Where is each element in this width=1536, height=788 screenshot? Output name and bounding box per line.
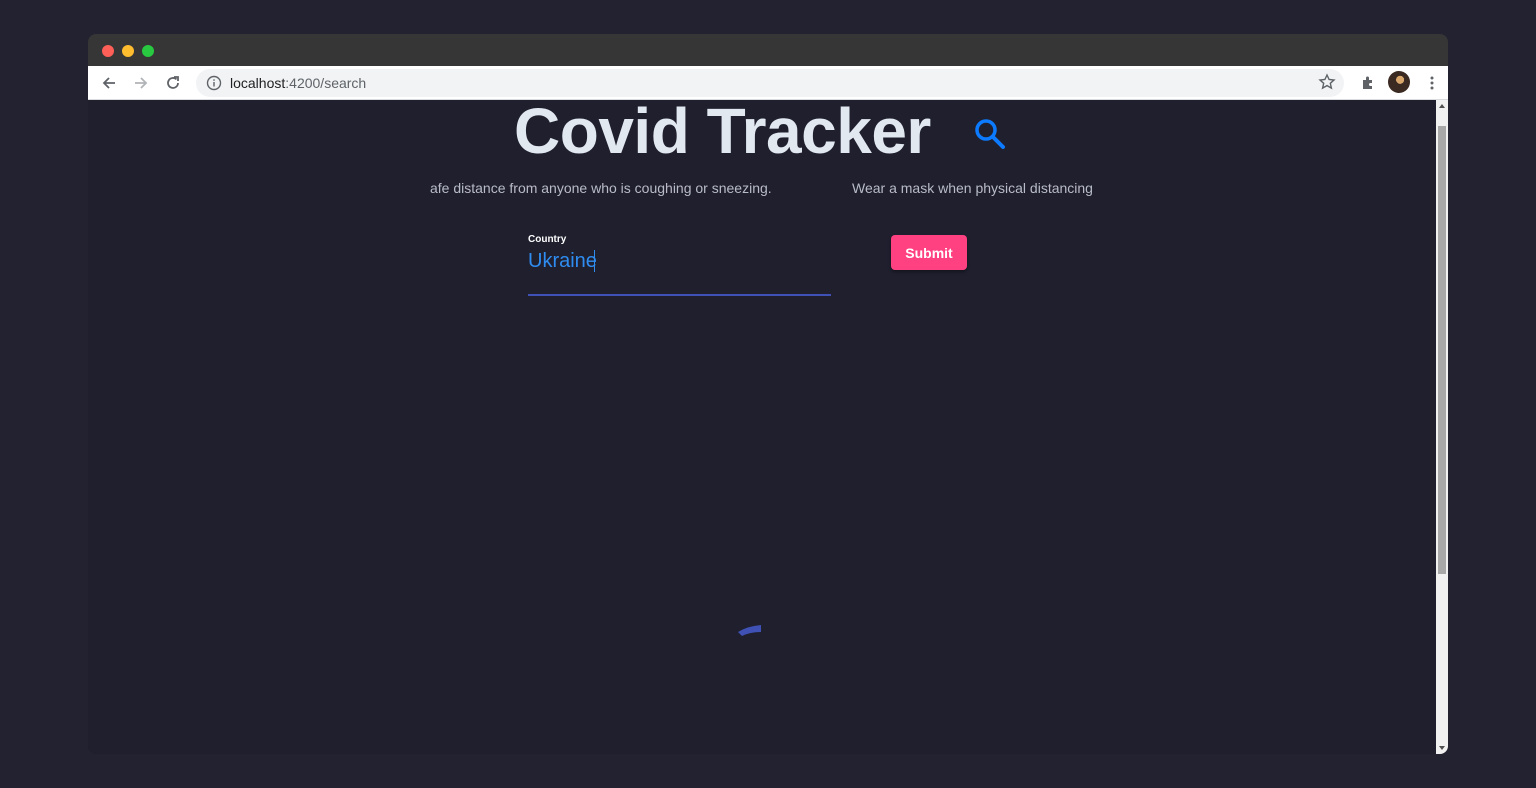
country-field-underline	[528, 294, 831, 296]
minimize-window-button[interactable]	[122, 45, 134, 57]
browser-window: localhost:4200/search Covid Tracker afe …	[88, 34, 1448, 754]
scroll-up-arrow[interactable]	[1439, 104, 1445, 108]
kebab-menu-icon	[1430, 76, 1434, 90]
back-icon	[102, 77, 115, 89]
forward-button[interactable]	[130, 72, 152, 94]
reload-button[interactable]	[162, 72, 184, 94]
country-input[interactable]	[528, 248, 828, 274]
browser-menu-button[interactable]	[1421, 72, 1443, 94]
country-field: Country	[528, 234, 831, 297]
maximize-window-button[interactable]	[142, 45, 154, 57]
address-url: localhost:4200/search	[230, 75, 366, 91]
loading-spinner	[738, 625, 761, 636]
text-caret	[594, 250, 595, 272]
reload-icon	[167, 76, 179, 89]
extensions-icon	[1363, 76, 1372, 89]
address-bar[interactable]: localhost:4200/search	[196, 69, 1344, 97]
submit-button[interactable]: Submit	[891, 235, 967, 270]
url-host: localhost	[230, 75, 286, 91]
page-scrollbar[interactable]	[1436, 100, 1448, 754]
scrollbar-thumb[interactable]	[1438, 126, 1446, 574]
page-title: Covid Tracker	[514, 100, 931, 167]
back-button[interactable]	[98, 72, 120, 94]
safety-tip: afe distance from anyone who is coughing…	[430, 180, 772, 196]
safety-tip: Wear a mask when physical distancing	[852, 180, 1093, 196]
url-path: :4200/search	[285, 75, 367, 91]
page-viewport: Covid Tracker afe distance from anyone w…	[88, 100, 1436, 754]
title-bar	[88, 34, 1448, 66]
country-label: Country	[528, 234, 567, 245]
search-icon	[975, 119, 1005, 149]
info-icon[interactable]	[206, 75, 222, 91]
browser-toolbar: localhost:4200/search	[88, 66, 1448, 100]
forward-icon	[135, 77, 148, 89]
scroll-down-arrow[interactable]	[1439, 746, 1445, 750]
star-icon[interactable]	[1318, 73, 1336, 91]
extensions-button[interactable]	[1357, 72, 1379, 94]
close-window-button[interactable]	[102, 45, 114, 57]
search-button[interactable]	[972, 116, 1008, 157]
avatar[interactable]	[1388, 71, 1410, 93]
